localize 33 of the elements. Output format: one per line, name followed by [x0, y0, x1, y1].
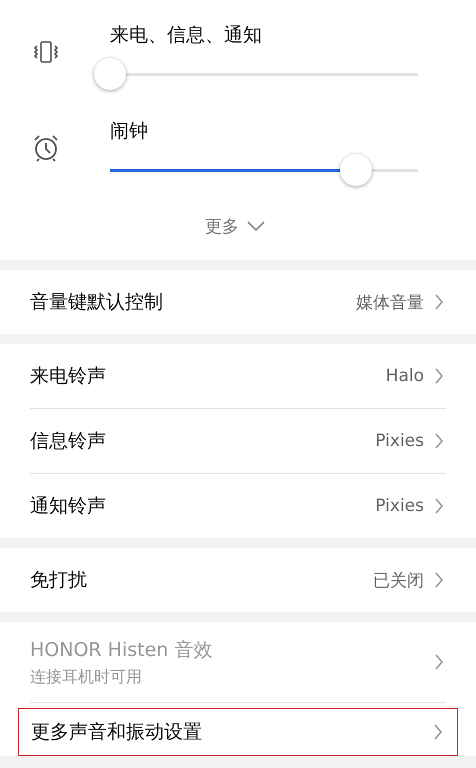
volume-label: 闹钟 [110, 119, 148, 144]
row-value: 已关闭 [373, 570, 424, 592]
chevron-right-icon [434, 497, 444, 515]
setting-row[interactable]: 来电铃声 Halo [0, 344, 476, 408]
row-label: 音量键默认控制 [30, 290, 163, 315]
chevron-right-icon [433, 723, 443, 741]
row-label: 来电铃声 [30, 364, 106, 389]
setting-row[interactable]: 免打扰 已关闭 [0, 548, 476, 612]
setting-row[interactable]: 通知铃声 Pixies [0, 474, 476, 538]
chevron-right-icon [434, 367, 444, 385]
more-button[interactable]: 更多 [201, 210, 269, 242]
row-subtitle: 连接耳机时可用 [30, 666, 142, 688]
row-value: 媒体音量 [356, 292, 424, 314]
highlighted-setting-row[interactable]: 更多声音和振动设置 [18, 708, 458, 756]
slider-thumb[interactable] [340, 154, 372, 186]
chevron-right-icon [434, 571, 444, 589]
row-value: Halo [386, 366, 424, 386]
vibrate-icon [33, 39, 59, 65]
row-label: 更多声音和振动设置 [31, 720, 202, 745]
slider-thumb[interactable] [94, 58, 126, 90]
row-value: Pixies [375, 496, 424, 516]
row-label: 通知铃声 [30, 494, 106, 519]
volume-label: 来电、信息、通知 [110, 23, 262, 48]
setting-row[interactable]: 信息铃声 Pixies [0, 409, 476, 473]
row-value: Pixies [375, 431, 424, 451]
chevron-right-icon [434, 653, 444, 671]
chevron-right-icon [434, 432, 444, 450]
setting-row[interactable]: 音量键默认控制 媒体音量 [0, 270, 476, 334]
row-label: HONOR Histen 音效 [30, 638, 212, 662]
row-label: 免打扰 [30, 568, 87, 593]
chevron-right-icon [434, 293, 444, 311]
row-label: 信息铃声 [30, 429, 106, 454]
chevron-down-icon [247, 221, 265, 231]
